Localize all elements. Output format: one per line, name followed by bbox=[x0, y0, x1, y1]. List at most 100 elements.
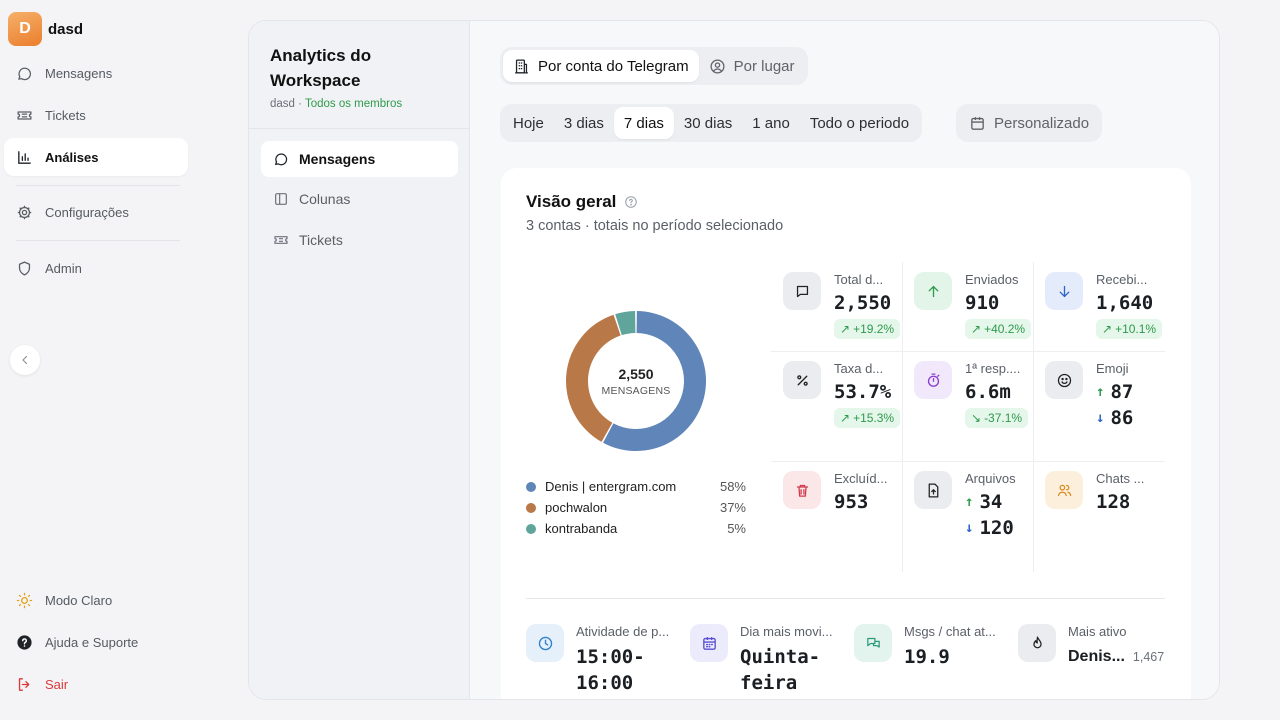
analytics-subnav: Analytics do Workspace dasd · Todos os m… bbox=[249, 21, 470, 699]
analytics-content: Por conta do Telegram Por lugar Hoje 3 d… bbox=[470, 21, 1219, 699]
period-option[interactable]: Todo o periodo bbox=[800, 107, 919, 139]
stat-label: 1ª resp.... bbox=[965, 361, 1021, 376]
ticket-icon bbox=[17, 110, 32, 120]
chat-bubbles-icon bbox=[854, 624, 892, 662]
stat-label: Dia mais movi... bbox=[740, 624, 833, 639]
legend-name: Denis | entergram.com bbox=[545, 479, 677, 494]
stat-up-row: ↑ 87 bbox=[1096, 381, 1133, 403]
trash-icon bbox=[783, 471, 821, 509]
stat-change-value: +15.3% bbox=[853, 411, 895, 425]
workspace-switcher[interactable]: D dasd bbox=[8, 12, 83, 46]
help-support-link[interactable]: Ajuda e Suporte bbox=[4, 623, 188, 661]
stat-change-value: +40.2% bbox=[984, 322, 1026, 336]
stat-value: Quinta-feira bbox=[740, 646, 821, 694]
timer-icon bbox=[914, 361, 952, 399]
legend-pct: 37% bbox=[719, 500, 746, 515]
nav-divider bbox=[16, 240, 180, 241]
scope-workspace: dasd bbox=[270, 98, 295, 110]
shield-icon bbox=[18, 260, 31, 276]
nav-label: Sair bbox=[45, 676, 69, 692]
logout-icon bbox=[18, 677, 30, 691]
custom-period-button[interactable]: Personalizado bbox=[956, 104, 1103, 142]
stat-change: ↘ -37.1% bbox=[965, 408, 1029, 428]
nav-label: Tickets bbox=[45, 107, 86, 123]
stat-first-response: 1ª resp.... 6.6m ↘ -37.1% bbox=[902, 351, 1033, 461]
trend-up-icon: ↗ bbox=[840, 322, 851, 336]
stat-value: 6.6m bbox=[965, 381, 1011, 403]
most-active-count: 1,467 bbox=[1132, 650, 1165, 664]
chevron-left-icon bbox=[22, 355, 28, 365]
view-option-place[interactable]: Por lugar bbox=[699, 50, 805, 82]
legend-pct: 5% bbox=[727, 521, 746, 536]
stat-value: 953 bbox=[834, 491, 869, 513]
stat-down-row: ↓ 86 bbox=[1096, 407, 1133, 429]
nav-item-configuracoes[interactable]: Configurações bbox=[4, 193, 188, 231]
legend-dot bbox=[526, 502, 536, 513]
legend-item: kontrabanda 5% bbox=[526, 518, 746, 539]
custom-period-option[interactable]: Personalizado bbox=[959, 107, 1099, 139]
stat-value: 1,640 bbox=[1096, 292, 1154, 314]
view-option-telegram[interactable]: Por conta do Telegram bbox=[503, 50, 699, 82]
subnav-label: Mensagens bbox=[299, 151, 376, 167]
stat-value: 120 bbox=[979, 517, 1014, 539]
user-circle-icon bbox=[710, 58, 725, 74]
period-option[interactable]: 1 ano bbox=[742, 107, 800, 139]
legend-dot bbox=[526, 523, 536, 534]
chart-icon bbox=[18, 150, 31, 164]
stat-value: 128 bbox=[1096, 491, 1131, 513]
nav-item-admin[interactable]: Admin bbox=[4, 249, 188, 287]
subnav-item-mensagens[interactable]: Mensagens bbox=[261, 141, 458, 177]
period-option[interactable]: 30 dias bbox=[674, 107, 742, 139]
message-icon bbox=[18, 67, 32, 80]
arrow-down-icon bbox=[1045, 272, 1083, 310]
overview-subtitle: 3 contas · totais no período selecionado bbox=[526, 218, 784, 234]
trend-up-icon: ↗ bbox=[840, 411, 851, 425]
stat-label: Chats ... bbox=[1096, 471, 1145, 486]
app-sidebar: D dasd Mensagens Tickets Análises Config… bbox=[0, 0, 196, 720]
overview-title-row: Visão geral bbox=[526, 192, 638, 212]
period-option[interactable]: 3 dias bbox=[554, 107, 614, 139]
legend-dot bbox=[526, 481, 536, 492]
logout-button[interactable]: Sair bbox=[4, 665, 188, 703]
scope-members-link[interactable]: Todos os membros bbox=[305, 98, 402, 110]
stat-change-value: +10.1% bbox=[1115, 322, 1157, 336]
stat-value: 19.9 bbox=[904, 646, 950, 668]
stat-label: Enviados bbox=[965, 272, 1019, 287]
analytics-panel: Analytics do Workspace dasd · Todos os m… bbox=[248, 20, 1220, 700]
help-circle-icon[interactable] bbox=[624, 195, 638, 209]
nav-item-analises[interactable]: Análises bbox=[4, 138, 188, 176]
stat-change: ↗ +19.2% bbox=[834, 319, 901, 339]
message-icon bbox=[783, 272, 821, 310]
file-upload-icon bbox=[914, 471, 952, 509]
stat-value: 53.7% bbox=[834, 381, 892, 403]
stat-sent: Enviados 910 ↗ +40.2% bbox=[902, 262, 1033, 351]
collapse-sidebar-button[interactable] bbox=[10, 345, 40, 375]
stat-change-value: -37.1% bbox=[984, 411, 1023, 425]
columns-icon bbox=[275, 193, 287, 205]
arrow-up-icon bbox=[914, 272, 952, 310]
view-option-label: Por conta do Telegram bbox=[538, 57, 689, 75]
period-option[interactable]: Hoje bbox=[503, 107, 554, 139]
theme-toggle[interactable]: Modo Claro bbox=[4, 581, 188, 619]
stat-response-rate: Taxa d... 53.7% ↗ +15.3% bbox=[771, 351, 902, 461]
nav-item-tickets[interactable]: Tickets bbox=[4, 96, 188, 134]
subnav-label: Tickets bbox=[299, 232, 343, 248]
subnav-item-colunas[interactable]: Colunas bbox=[261, 181, 458, 217]
message-icon bbox=[275, 153, 288, 166]
stat-label: Mais ativo bbox=[1068, 624, 1127, 639]
stat-up-row: ↑ 34 bbox=[965, 491, 1002, 513]
stat-received: Recebi... 1,640 ↗ +10.1% bbox=[1033, 262, 1164, 351]
flame-icon bbox=[1018, 624, 1056, 662]
subnav-item-tickets[interactable]: Tickets bbox=[261, 222, 458, 258]
nav-label: Configurações bbox=[45, 204, 129, 220]
stat-label: Recebi... bbox=[1096, 272, 1148, 287]
overview-card: Visão geral 3 contas · totais no período… bbox=[501, 168, 1191, 699]
overview-title: Visão geral bbox=[526, 192, 617, 211]
clock-icon bbox=[526, 624, 564, 662]
users-icon bbox=[1045, 471, 1083, 509]
legend-item: pochwalon 37% bbox=[526, 497, 746, 518]
nav-item-mensagens[interactable]: Mensagens bbox=[4, 54, 188, 92]
period-option[interactable]: 7 dias bbox=[613, 107, 674, 139]
stat-files: Arquivos ↑ 34 ↓ 120 bbox=[902, 461, 1033, 572]
ticket-icon bbox=[274, 236, 288, 244]
